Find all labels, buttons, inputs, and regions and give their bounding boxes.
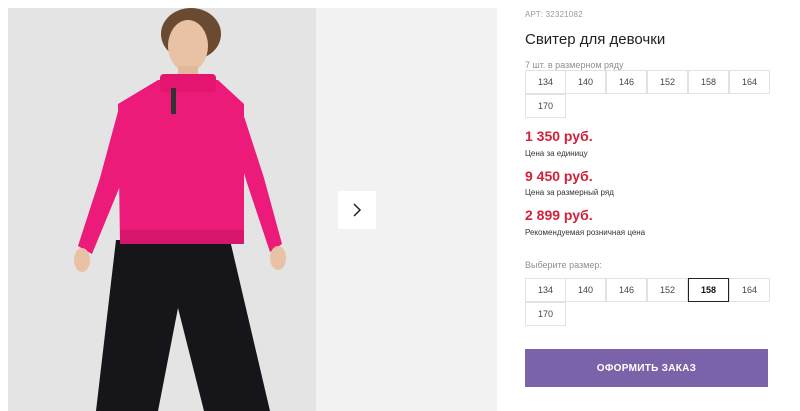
product-gallery	[0, 0, 497, 411]
size-option[interactable]: 170	[525, 302, 566, 326]
size-selector: 134 140 146 152 158 164 170	[525, 278, 771, 327]
size-option[interactable]: 164	[729, 278, 770, 302]
unit-price: 1 350 руб.	[525, 128, 593, 144]
size-option-selected[interactable]: 158	[688, 278, 729, 302]
unit-price-label: Цена за единицу	[525, 149, 588, 158]
choose-size-label: Выберите размер:	[525, 260, 602, 270]
size-row-cell: 146	[606, 70, 647, 94]
size-row-cell: 170	[525, 94, 566, 118]
row-price-label: Цена за размерный ряд	[525, 188, 614, 197]
size-row-cell: 152	[647, 70, 688, 94]
product-photo-illustration	[8, 8, 316, 411]
size-row-cell: 158	[688, 70, 729, 94]
size-option[interactable]: 146	[606, 278, 647, 302]
size-option[interactable]: 152	[647, 278, 688, 302]
retail-price: 2 899 руб.	[525, 207, 593, 223]
row-price: 9 450 руб.	[525, 168, 593, 184]
article-number: АРТ: 32321082	[525, 10, 583, 19]
product-title: Свитер для девочки	[525, 31, 666, 48]
size-row-grid: 134 140 146 152 158 164 170	[525, 70, 771, 119]
sizes-in-row-note: 7 шт. в размерном ряду	[525, 60, 624, 70]
product-photo	[8, 8, 316, 411]
size-row-cell: 164	[729, 70, 770, 94]
retail-price-label: Рекомендуемая розничная цена	[525, 228, 646, 237]
size-row-cell: 140	[565, 70, 606, 94]
size-option[interactable]: 134	[525, 278, 566, 302]
size-option[interactable]: 140	[565, 278, 606, 302]
chevron-right-icon	[353, 203, 362, 217]
size-row-cell: 134	[525, 70, 566, 94]
gallery-next-button[interactable]	[338, 191, 376, 229]
place-order-button[interactable]: ОФОРМИТЬ ЗАКАЗ	[525, 349, 768, 387]
